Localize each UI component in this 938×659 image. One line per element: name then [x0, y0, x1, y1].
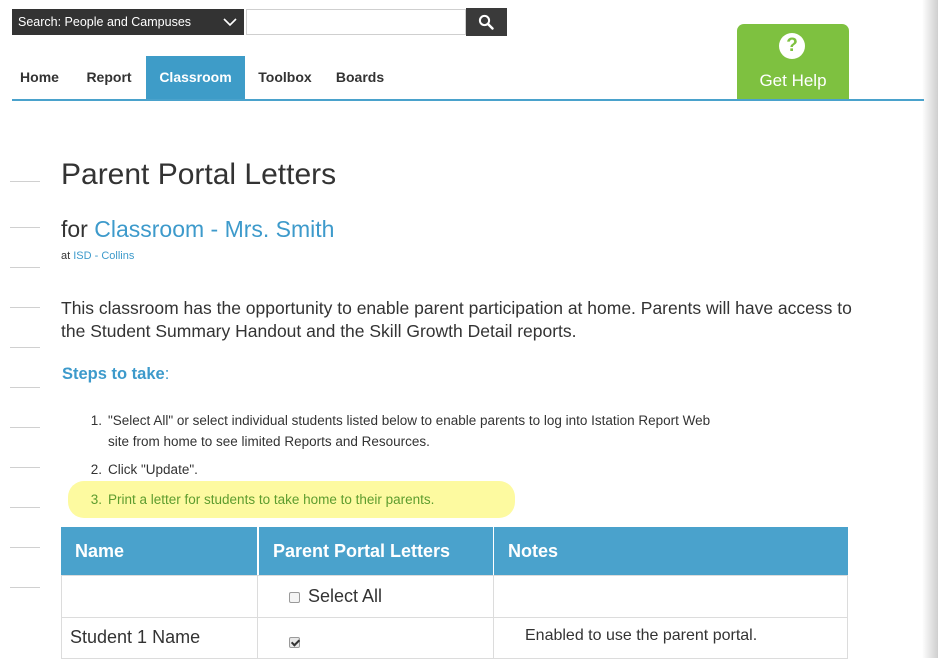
step-number: 1. [90, 413, 102, 428]
for-prefix: for [61, 216, 88, 242]
search-scope-label: Search: People and Campuses [18, 15, 192, 29]
select-all-cell: Select All [257, 575, 494, 618]
margin-tick [10, 547, 40, 548]
nav-home[interactable]: Home [12, 56, 67, 100]
margin-tick [10, 347, 40, 348]
nav-boards[interactable]: Boards [330, 56, 390, 100]
step-text: Print a letter for students to take home… [108, 492, 435, 507]
column-header-parent-portal-letters: Parent Portal Letters [258, 527, 493, 575]
table-cell: Enabled to use the parent portal. [493, 617, 848, 659]
school-line: at ISD - Collins [61, 250, 134, 262]
step-text-continued: site from home to see limited Reports an… [108, 434, 430, 449]
student-note: Enabled to use the parent portal. [525, 627, 758, 644]
step-item: 2. Click "Update". [84, 459, 484, 480]
margin-tick [10, 227, 40, 228]
margin-tick [10, 181, 40, 182]
step-text: Click "Update". [108, 462, 198, 477]
step-text: "Select All" or select individual studen… [108, 413, 711, 428]
table-cell [257, 617, 494, 659]
step-number: 3. [90, 492, 102, 507]
chevron-down-icon [222, 13, 238, 39]
step-item: 1. "Select All" or select individual stu… [84, 410, 844, 452]
search-icon [478, 14, 494, 30]
margin-tick [10, 467, 40, 468]
page-title: Parent Portal Letters [61, 158, 337, 191]
margin-tick [10, 587, 40, 588]
margin-tick [10, 387, 40, 388]
steps-heading-colon: : [164, 365, 170, 383]
select-all-checkbox[interactable] [289, 592, 300, 603]
column-header-name: Name [61, 527, 257, 575]
steps-heading-text: Steps to take [62, 365, 165, 383]
table-cell [493, 575, 848, 618]
margin-tick [10, 307, 40, 308]
column-header-notes: Notes [493, 527, 848, 575]
classroom-link[interactable]: Classroom - Mrs. Smith [94, 216, 334, 242]
step-number: 2. [90, 462, 102, 477]
student-checkbox[interactable] [289, 637, 300, 648]
page-description: This classroom has the opportunity to en… [61, 298, 852, 341]
page-subtitle: for Classroom - Mrs. Smith [61, 216, 334, 243]
help-icon: ? [779, 33, 805, 59]
nav-classroom[interactable]: Classroom [146, 56, 245, 100]
search-scope-dropdown[interactable]: Search: People and Campuses [12, 9, 244, 35]
nav-divider [12, 99, 924, 101]
margin-tick [10, 427, 40, 428]
student-name: Student 1 Name [70, 627, 201, 647]
margin-tick [10, 267, 40, 268]
table-cell [61, 575, 258, 618]
search-input[interactable] [246, 9, 466, 35]
page-shadow [922, 0, 938, 658]
school-link[interactable]: ISD - Collins [73, 250, 134, 262]
at-prefix: at [61, 250, 71, 262]
step-item: 3. Print a letter for students to take h… [84, 489, 514, 510]
get-help-button[interactable]: ? Get Help [737, 24, 849, 99]
get-help-label: Get Help [759, 71, 827, 90]
nav-report[interactable]: Report [80, 56, 138, 100]
select-all-label: Select All [308, 586, 383, 606]
steps-heading: Steps to take: [62, 365, 169, 384]
margin-tick [10, 507, 40, 508]
table-row: Student 1 Name [61, 617, 258, 659]
search-button[interactable] [466, 8, 507, 36]
nav-toolbox[interactable]: Toolbox [254, 56, 316, 100]
